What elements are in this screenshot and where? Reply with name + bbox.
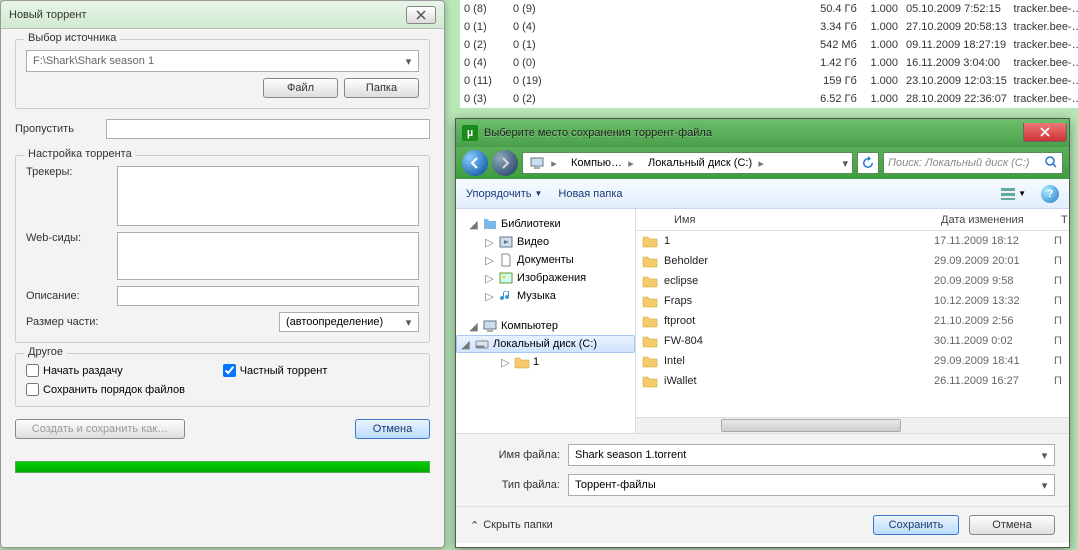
- file-list[interactable]: 117.11.2009 18:12ПBeholder29.09.2009 20:…: [636, 231, 1069, 417]
- toolbar: Упорядочить ▼ Новая папка ▼ ?: [456, 179, 1069, 209]
- hide-folders-button[interactable]: ⌃Скрыть папки: [470, 519, 553, 532]
- scrollbar-horizontal[interactable]: [636, 417, 1069, 433]
- nav-bar: ▸ Компью…▸ Локальный диск (C:)▸ ▾ Поиск:…: [456, 147, 1069, 179]
- breadcrumb[interactable]: Компью…▸: [565, 153, 642, 173]
- filetype-combo[interactable]: Торрент-файлы▾: [568, 474, 1055, 496]
- forward-button[interactable]: [492, 150, 518, 176]
- progress-bar: [15, 461, 430, 473]
- help-button[interactable]: ?: [1041, 185, 1059, 203]
- breadcrumb[interactable]: Локальный диск (C:)▸: [642, 153, 772, 173]
- folder-tree[interactable]: ◢Библиотеки ▷Видео ▷Документы ▷Изображен…: [456, 209, 636, 433]
- save-button[interactable]: Сохранить: [873, 515, 959, 535]
- search-input[interactable]: Поиск: Локальный диск (C:): [883, 152, 1063, 174]
- chevron-up-icon: ⌃: [470, 519, 479, 532]
- private-checkbox[interactable]: Частный торрент: [223, 364, 328, 377]
- close-button[interactable]: [1023, 123, 1067, 142]
- list-item[interactable]: Intel29.09.2009 18:41П: [636, 351, 1069, 371]
- list-item[interactable]: FW-80430.11.2009 0:02П: [636, 331, 1069, 351]
- list-item[interactable]: eclipse20.09.2009 9:58П: [636, 271, 1069, 291]
- skip-input[interactable]: [106, 119, 430, 139]
- list-item[interactable]: iWallet26.11.2009 16:27П: [636, 371, 1069, 391]
- view-button[interactable]: ▼: [995, 183, 1031, 205]
- group-source-label: Выбор источника: [24, 32, 120, 44]
- list-item[interactable]: 117.11.2009 18:12П: [636, 231, 1069, 251]
- table-row[interactable]: 0 (4)0 (0)1.42 Гб1.00016.11.2009 3:04:00…: [460, 54, 1078, 72]
- tree-computer[interactable]: ◢Компьютер: [456, 317, 635, 335]
- organize-menu[interactable]: Упорядочить ▼: [466, 188, 542, 200]
- chevron-down-icon: ▾: [1037, 477, 1052, 493]
- file-list-header[interactable]: ИмяДата измененияТ: [636, 209, 1069, 231]
- piece-size-combo[interactable]: (автоопределение)▾: [279, 312, 419, 332]
- search-icon: [1044, 155, 1058, 172]
- chevron-down-icon: ▾: [401, 314, 416, 330]
- titlebar[interactable]: µ Выберите место сохранения торрент-файл…: [456, 119, 1069, 147]
- filename-input[interactable]: Shark season 1.torrent▾: [568, 444, 1055, 466]
- address-bar[interactable]: ▸ Компью…▸ Локальный диск (C:)▸ ▾: [522, 152, 853, 174]
- tree-video[interactable]: ▷Видео: [456, 233, 635, 251]
- table-row[interactable]: 0 (2)0 (1)542 Мб1.00009.11.2009 18:27:19…: [460, 36, 1078, 54]
- trackers-input[interactable]: [117, 166, 419, 226]
- tree-folder-1[interactable]: ▷1: [456, 353, 635, 371]
- list-item[interactable]: ftproot21.10.2009 2:56П: [636, 311, 1069, 331]
- group-other-label: Другое: [24, 346, 67, 358]
- refresh-button[interactable]: [857, 152, 879, 174]
- cancel-button[interactable]: Отмена: [355, 419, 430, 439]
- dialog-title: Новый торрент: [9, 9, 406, 21]
- folder-button[interactable]: Папка: [344, 78, 419, 98]
- group-settings-label: Настройка торрента: [24, 148, 136, 160]
- file-button[interactable]: Файл: [263, 78, 338, 98]
- save-dialog: µ Выберите место сохранения торрент-файл…: [455, 118, 1070, 548]
- webseeds-input[interactable]: [117, 232, 419, 280]
- description-input[interactable]: [117, 286, 419, 306]
- list-item[interactable]: Fraps10.12.2009 13:32П: [636, 291, 1069, 311]
- preserve-order-checkbox[interactable]: Сохранить порядок файлов: [26, 383, 419, 396]
- tree-music[interactable]: ▷Музыка: [456, 287, 635, 305]
- table-row[interactable]: 0 (3)0 (2)6.52 Гб1.00028.10.2009 22:36:0…: [460, 90, 1078, 108]
- chevron-down-icon: ▾: [1037, 447, 1052, 463]
- chevron-down-icon: ▾: [401, 53, 416, 69]
- tree-libraries[interactable]: ◢Библиотеки: [456, 215, 635, 233]
- utorrent-icon: µ: [462, 125, 478, 141]
- seed-checkbox[interactable]: Начать раздачу: [26, 364, 123, 377]
- new-torrent-dialog: Новый торрент Выбор источника F:\Shark\S…: [0, 0, 445, 548]
- titlebar[interactable]: Новый торрент: [1, 1, 444, 29]
- close-button[interactable]: [406, 6, 436, 24]
- cancel-button[interactable]: Отмена: [969, 515, 1055, 535]
- tree-images[interactable]: ▷Изображения: [456, 269, 635, 287]
- tree-drive-c[interactable]: ◢Локальный диск (C:): [456, 335, 635, 353]
- chevron-down-icon[interactable]: ▾: [838, 157, 852, 170]
- table-row[interactable]: 0 (8)0 (9)50.4 Гб1.00005.10.2009 7:52:15…: [460, 0, 1078, 18]
- table-row[interactable]: 0 (11)0 (19)159 Гб1.00023.10.2009 12:03:…: [460, 72, 1078, 90]
- list-item[interactable]: Beholder29.09.2009 20:01П: [636, 251, 1069, 271]
- create-save-button[interactable]: Создать и сохранить как…: [15, 419, 185, 439]
- back-button[interactable]: [462, 150, 488, 176]
- computer-icon[interactable]: ▸: [523, 153, 565, 173]
- source-combo[interactable]: F:\Shark\Shark season 1▾: [26, 50, 419, 72]
- tree-docs[interactable]: ▷Документы: [456, 251, 635, 269]
- table-row[interactable]: 0 (1)0 (4)3.34 Гб1.00027.10.2009 20:58:1…: [460, 18, 1078, 36]
- new-folder-button[interactable]: Новая папка: [558, 188, 622, 200]
